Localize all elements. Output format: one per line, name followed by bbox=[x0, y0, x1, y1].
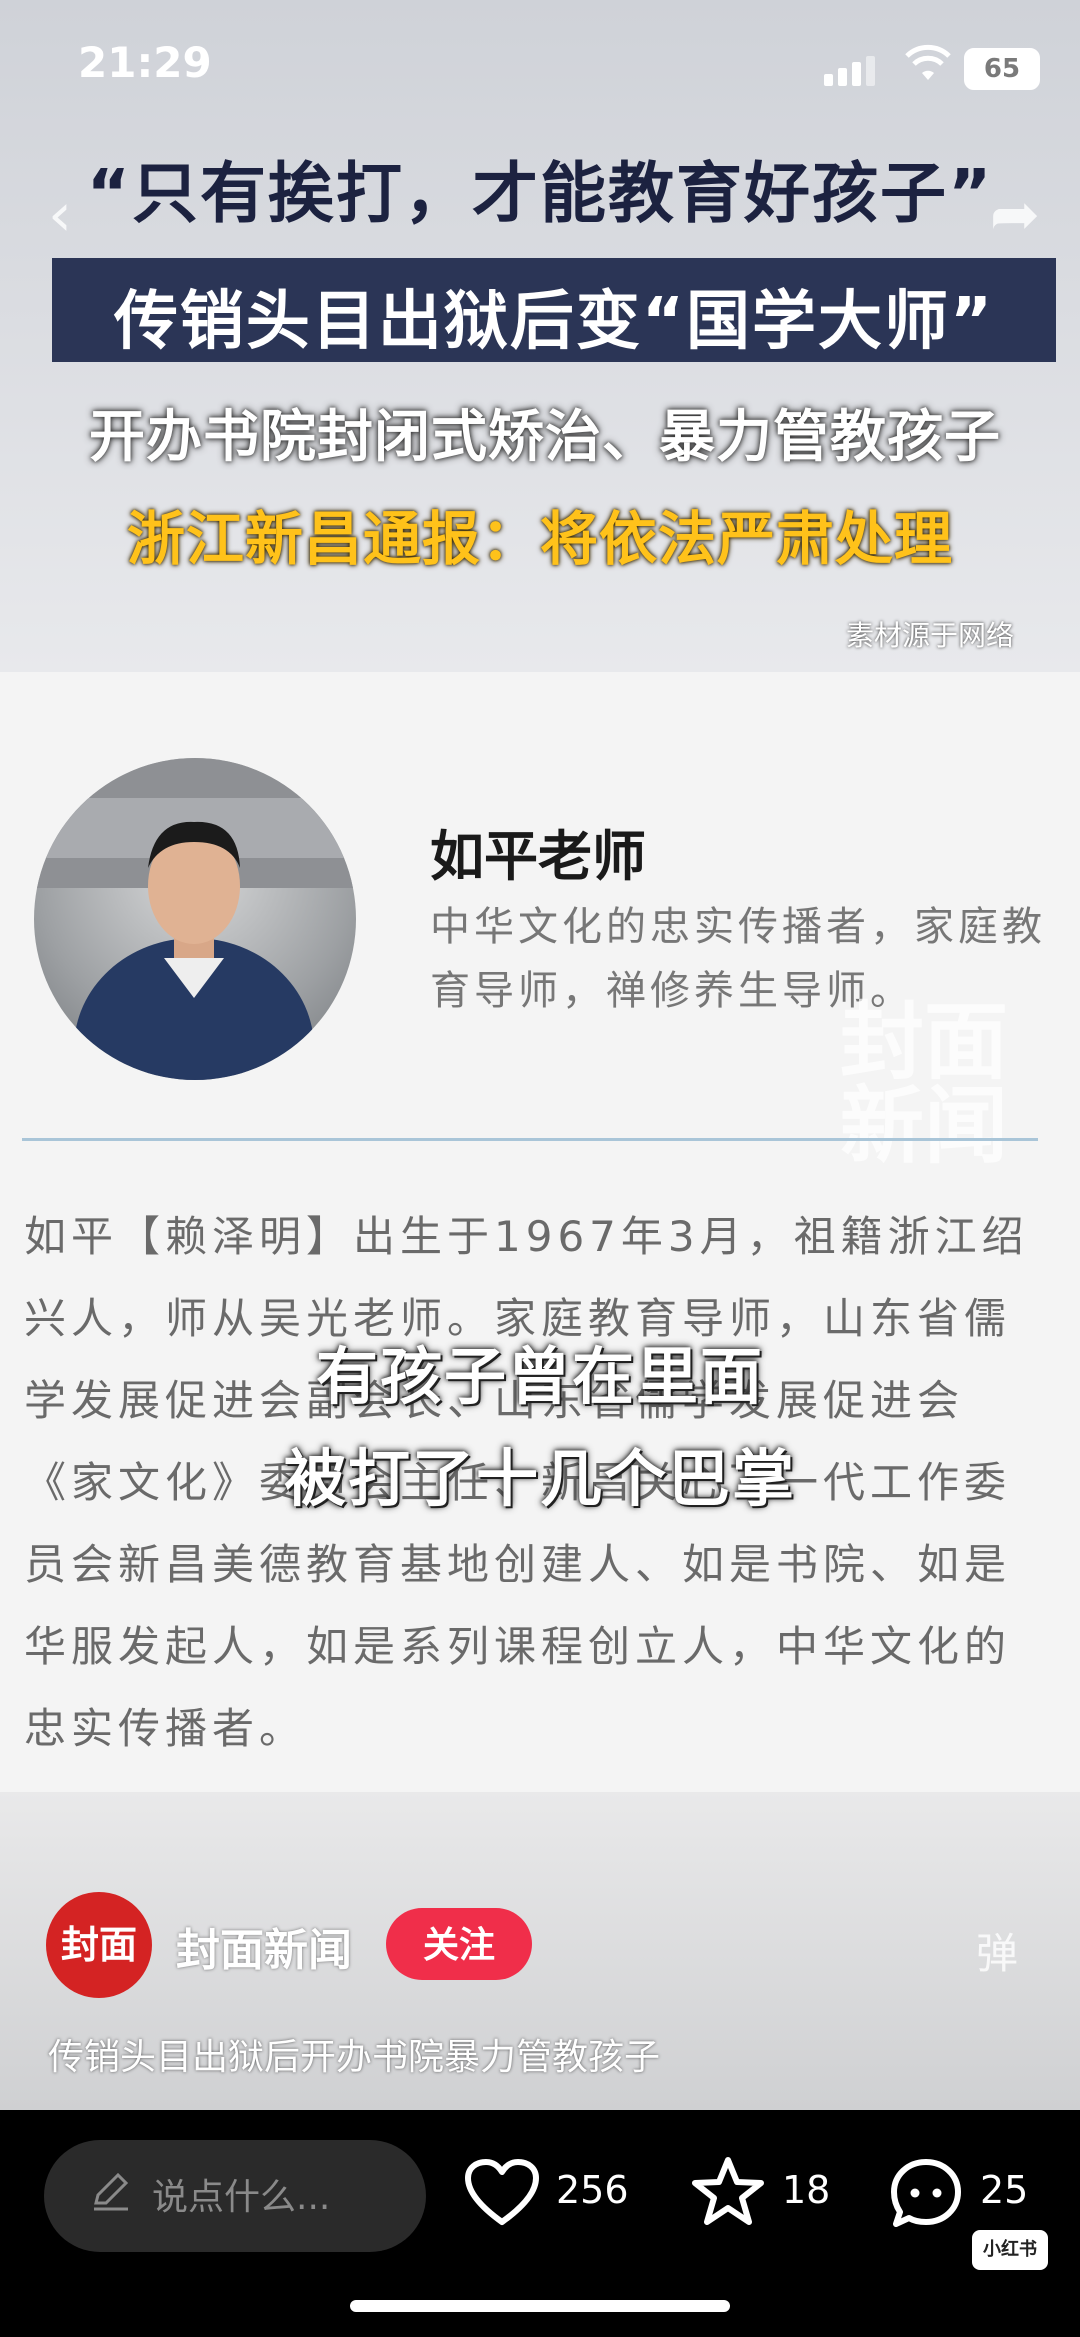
profile-name: 如平老师 bbox=[430, 825, 646, 888]
follow-button[interactable]: 关注 bbox=[386, 1908, 532, 1980]
headline-quote: “只有挨打，才能教育好孩子” bbox=[86, 155, 994, 232]
pen-icon bbox=[94, 2172, 129, 2211]
home-indicator[interactable] bbox=[350, 2300, 730, 2312]
status-time: 21:29 bbox=[78, 38, 212, 87]
video-watermark: 封面新闻 bbox=[840, 993, 1009, 1175]
comment-placeholder[interactable]: 说点什么... bbox=[152, 2168, 330, 2220]
like-count: 256 bbox=[556, 2168, 629, 2212]
headline-main: 传销头目出狱后变“国学大师” bbox=[113, 285, 995, 359]
comment-icon[interactable] bbox=[888, 2156, 964, 2232]
heart-icon[interactable] bbox=[464, 2158, 540, 2228]
source-note: 素材源于网络 bbox=[845, 619, 1014, 652]
comment-count: 25 bbox=[980, 2168, 1029, 2212]
signal-icon bbox=[824, 56, 880, 86]
star-icon[interactable] bbox=[690, 2154, 766, 2230]
subtitle-line-1: 有孩子曾在里面 bbox=[315, 1340, 764, 1413]
author-avatar[interactable]: 封面 bbox=[46, 1892, 152, 1998]
wifi-icon bbox=[905, 44, 951, 80]
status-bar: 21:29 65 bbox=[0, 0, 1080, 130]
headline-notice: 浙江新昌通报：将依法严肃处理 bbox=[126, 505, 953, 573]
post-caption[interactable]: 传销头目出狱后开办书院暴力管教孩子 bbox=[48, 2028, 660, 2080]
divider bbox=[22, 1138, 1038, 1141]
app-badge: 小红书 bbox=[972, 2230, 1048, 2270]
back-arrow-icon[interactable]: ‹ bbox=[48, 180, 72, 250]
danmu-toggle[interactable]: 弹 bbox=[976, 1920, 1018, 1981]
subtitle-line-2: 被打了十几个巴掌 bbox=[283, 1442, 796, 1515]
favorite-count: 18 bbox=[782, 2168, 831, 2212]
headline-sub: 开办书院封闭式矫治、暴力管教孩子 bbox=[89, 405, 1001, 470]
battery-indicator: 65 bbox=[964, 48, 1040, 90]
author-name[interactable]: 封面新闻 bbox=[176, 1914, 352, 1978]
avatar bbox=[34, 758, 356, 1080]
